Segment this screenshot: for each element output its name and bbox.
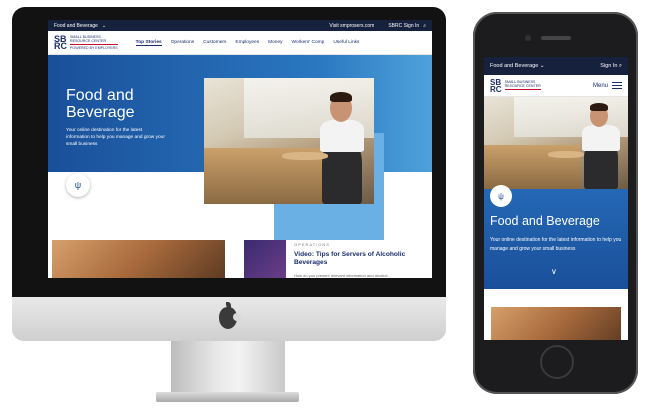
apple-logo-icon — [219, 302, 241, 329]
nav-employees[interactable]: Employees — [235, 40, 259, 46]
hero: Food and Beverage Your online destinatio… — [48, 55, 432, 251]
fork-knife-icon[interactable]: ψ — [66, 173, 90, 197]
hero-title: Food and Beverage — [490, 214, 600, 228]
imac-stand — [171, 341, 285, 393]
nav-customers[interactable]: Customers — [203, 40, 226, 46]
article-teaser: How do you present relevant information … — [294, 273, 391, 278]
desktop-topbar: Food and Beverage ⌄ Visit smprosers.com … — [48, 20, 432, 31]
article-title[interactable]: Video: Tips for Servers of Alcoholic Bev… — [294, 251, 414, 267]
section-dropdown[interactable]: Food and Beverage — [490, 63, 538, 69]
nav-workers-comp[interactable]: Workers' Comp — [292, 40, 325, 46]
nav-useful-links[interactable]: Useful Links — [333, 40, 359, 46]
chevron-down-icon[interactable]: ⌄ — [102, 23, 106, 29]
menu-icon[interactable] — [612, 82, 622, 89]
article-image[interactable] — [491, 307, 621, 340]
section-dropdown[interactable]: Food and Beverage — [54, 23, 98, 29]
menu-label[interactable]: Menu — [593, 83, 608, 89]
chevron-down-icon[interactable]: ⌄ — [538, 63, 545, 69]
nav-money[interactable]: Money — [268, 40, 282, 46]
hero-text: Your online destination for the latest i… — [490, 237, 622, 252]
nav-top-stories[interactable]: Top Stories — [135, 40, 162, 46]
article-category: OPERATIONS — [294, 242, 330, 247]
sbrc-logo[interactable]: SB RC SMALL BUSINESS RESOURCE CENTER POWE… — [54, 34, 118, 50]
main-nav: Top Stories Operations Customers Employe… — [135, 40, 359, 46]
hero-photo — [204, 78, 374, 204]
visit-link[interactable]: Visit smprosers.com — [329, 23, 374, 29]
mobile-screen: Food and Beverage ⌄ Sign In ⌕ SB RC SMALL… — [484, 57, 628, 340]
device-mockup: Food and Beverage ⌄ Visit smprosers.com … — [0, 0, 645, 409]
featured-articles: OPERATIONS Video: Tips for Servers of Al… — [48, 240, 432, 278]
search-icon[interactable]: ⌕ — [423, 23, 426, 29]
desktop-screen: Food and Beverage ⌄ Visit smprosers.com … — [48, 20, 432, 278]
phone-camera — [525, 35, 531, 41]
mobile-topbar: Food and Beverage ⌄ Sign In ⌕ — [484, 57, 628, 75]
article-image-2[interactable] — [244, 240, 286, 278]
nav-operations[interactable]: Operations — [171, 40, 194, 46]
imac-base — [156, 392, 299, 402]
article-image-1[interactable] — [52, 240, 225, 278]
desktop-nav: SB RC SMALL BUSINESS RESOURCE CENTER POWE… — [48, 31, 432, 55]
chevron-down-icon[interactable]: ∨ — [551, 267, 557, 276]
sbrc-logo[interactable]: SB RC SMALL BUSINESS RESOURCE CENTER — [490, 78, 541, 93]
hero-title: Food and Beverage — [66, 87, 135, 121]
hero-photo — [484, 97, 628, 189]
home-button[interactable] — [540, 345, 574, 379]
signin-link[interactable]: SBRC Sign In — [388, 23, 419, 29]
phone-speaker — [541, 36, 571, 40]
search-icon[interactable]: ⌕ — [617, 63, 622, 70]
hero-text: Your online destination for the latest i… — [66, 128, 165, 147]
fork-knife-icon[interactable]: ψ — [490, 185, 512, 207]
mobile-nav: SB RC SMALL BUSINESS RESOURCE CENTER Menu — [484, 75, 628, 97]
signin-link[interactable]: Sign In — [600, 63, 617, 69]
